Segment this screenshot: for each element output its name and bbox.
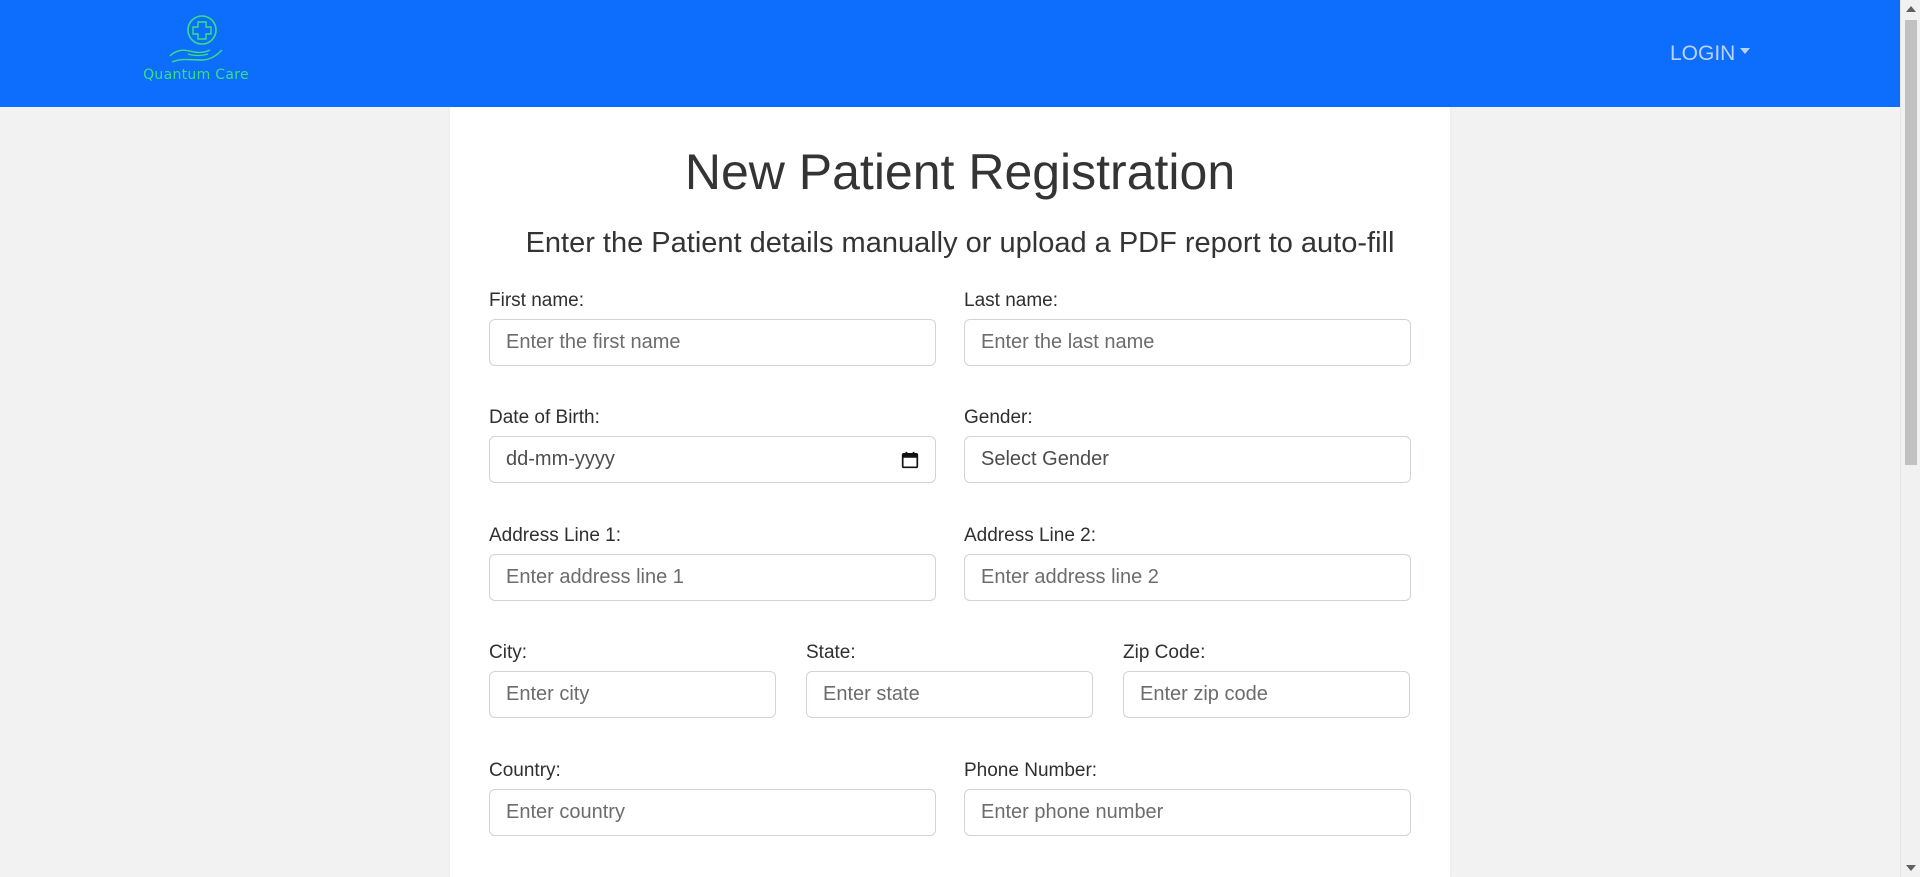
brand-logo[interactable]: Quantum Care [140,14,252,90]
address-line-1-input[interactable] [489,554,936,601]
last-name-input[interactable] [964,319,1411,366]
country-input[interactable] [489,789,936,836]
first-name-label: First name: [489,290,585,311]
scroll-up-icon[interactable] [1906,6,1916,12]
zip-code-field: Zip Code: [1123,641,1410,718]
dob-placeholder: dd-mm-yyyy [506,448,615,470]
caret-down-icon [1740,48,1751,55]
state-field: State: [806,641,1093,718]
address-line-2-label: Address Line 2: [964,525,1097,546]
calendar-icon[interactable] [901,451,919,469]
gender-selected-value: Select Gender [981,448,1109,470]
state-label: State: [806,642,856,663]
gender-label: Gender: [964,407,1033,428]
top-navbar: Quantum Care LOGIN [0,0,1900,107]
gender-select[interactable]: Select Gender [964,436,1411,483]
dob-label: Date of Birth: [489,407,600,428]
phone-number-input[interactable] [964,789,1411,836]
last-name-field: Last name: [964,289,1411,366]
gender-field: Gender: Select Gender [964,406,1411,483]
dob-input[interactable]: dd-mm-yyyy [489,436,936,483]
first-name-field: First name: [489,289,936,366]
address-line-2-input[interactable] [964,554,1411,601]
phone-number-field: Phone Number: [964,759,1411,836]
city-label: City: [489,642,527,663]
scrollbar-thumb[interactable] [1905,20,1917,465]
page-subtitle: Enter the Patient details manually or up… [525,227,1395,259]
city-field: City: [489,641,776,718]
brand-name: Quantum Care [143,67,249,83]
address-line-2-field: Address Line 2: [964,524,1411,601]
vertical-scrollbar[interactable] [1900,0,1920,877]
hand-with-medical-cross-icon [169,15,223,63]
city-input[interactable] [489,671,776,718]
scroll-down-icon[interactable] [1906,865,1916,871]
last-name-label: Last name: [964,290,1058,311]
address-line-1-field: Address Line 1: [489,524,936,601]
state-input[interactable] [806,671,1093,718]
login-label: LOGIN [1670,42,1736,65]
zip-code-label: Zip Code: [1123,642,1206,663]
country-label: Country: [489,760,561,781]
dob-field: Date of Birth: dd-mm-yyyy [489,406,936,483]
page-title: New Patient Registration [684,144,1236,200]
country-field: Country: [489,759,936,836]
phone-number-label: Phone Number: [964,760,1098,781]
address-line-1-label: Address Line 1: [489,525,622,546]
zip-code-input[interactable] [1123,671,1410,718]
first-name-input[interactable] [489,319,936,366]
login-dropdown[interactable]: LOGIN [1670,42,1751,66]
